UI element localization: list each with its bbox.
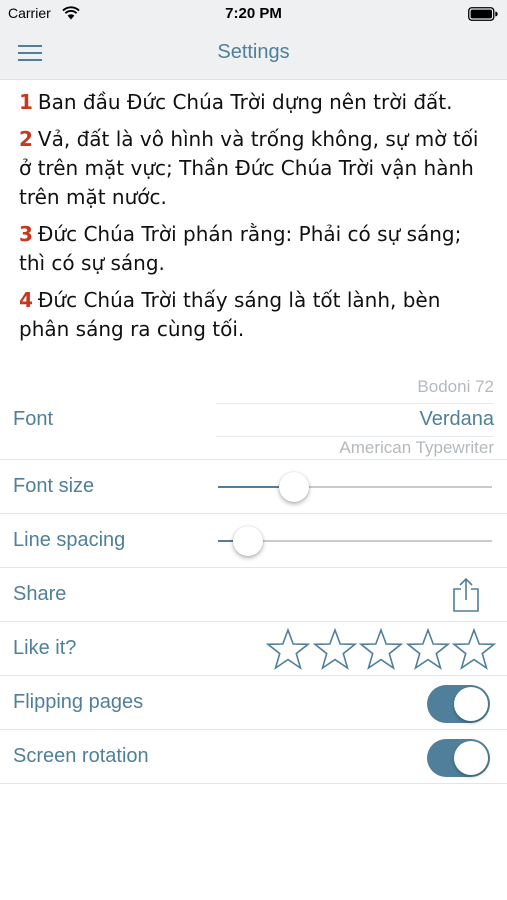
font-size-slider[interactable] bbox=[218, 472, 492, 502]
settings-list: Font Bodoni 72 Verdana American Typewrit… bbox=[0, 377, 507, 784]
like-label: Like it? bbox=[13, 637, 77, 659]
star-icon[interactable] bbox=[405, 628, 450, 672]
screen-rotation-label: Screen rotation bbox=[13, 745, 149, 767]
verse: 3 Đức Chúa Trời phán rằng: Phải có sự sán… bbox=[19, 220, 489, 278]
share-icon[interactable] bbox=[450, 576, 482, 614]
verse-text: Ban đầu Đức Chúa Trời dựng nên trời đất. bbox=[37, 90, 453, 114]
verse: 2 Vả, đất là vô hình và trống không, sự m… bbox=[19, 125, 489, 212]
verse-number: 2 bbox=[19, 127, 33, 151]
font-size-label: Font size bbox=[13, 475, 95, 497]
status-time: 7:20 PM bbox=[225, 5, 282, 22]
flipping-pages-row: Flipping pages bbox=[0, 676, 507, 730]
share-label: Share bbox=[13, 583, 67, 605]
flipping-pages-label: Flipping pages bbox=[13, 691, 144, 713]
font-option[interactable]: American Typewriter bbox=[339, 438, 494, 458]
flipping-pages-toggle[interactable] bbox=[427, 685, 490, 723]
star-icon[interactable] bbox=[266, 628, 310, 672]
page-title: Settings bbox=[217, 41, 290, 63]
text-preview: 1 Ban đầu Đức Chúa Trời dựng nên trời đất… bbox=[0, 80, 507, 380]
verse: 4 Đức Chúa Trời thấy sáng là tốt lành, bè… bbox=[19, 286, 489, 344]
line-spacing-slider[interactable] bbox=[218, 526, 492, 556]
verse: 1 Ban đầu Đức Chúa Trời dựng nên trời đất… bbox=[19, 88, 489, 117]
verse-number: 4 bbox=[19, 288, 33, 312]
verse-number: 1 bbox=[19, 90, 33, 114]
screen-rotation-toggle[interactable] bbox=[427, 739, 490, 777]
picker-divider bbox=[216, 436, 494, 437]
picker-divider bbox=[216, 403, 494, 404]
star-icon[interactable] bbox=[452, 628, 496, 672]
font-option-selected[interactable]: Verdana bbox=[419, 408, 494, 431]
star-icon[interactable] bbox=[312, 628, 357, 672]
screen-rotation-row: Screen rotation bbox=[0, 730, 507, 784]
status-bar: Carrier 7:20 PM bbox=[0, 0, 507, 28]
line-spacing-label: Line spacing bbox=[13, 529, 126, 551]
like-row: Like it? bbox=[0, 622, 507, 676]
toggle-knob bbox=[454, 741, 488, 775]
slider-thumb[interactable] bbox=[232, 526, 263, 556]
font-option[interactable]: Bodoni 72 bbox=[417, 377, 494, 397]
verse-text: Đức Chúa Trời phán rằng: Phải có sự sáng… bbox=[19, 222, 462, 275]
star-rating[interactable] bbox=[266, 628, 496, 672]
font-row: Font Bodoni 72 Verdana American Typewrit… bbox=[0, 377, 507, 460]
verse-text: Vả, đất là vô hình và trống không, sự mờ… bbox=[19, 127, 479, 209]
share-row: Share bbox=[0, 568, 507, 622]
verse-text: Đức Chúa Trời thấy sáng là tốt lành, bèn… bbox=[19, 288, 441, 341]
font-size-row: Font size bbox=[0, 460, 507, 514]
star-icon[interactable] bbox=[359, 628, 403, 672]
battery-icon bbox=[468, 7, 498, 21]
verse-number: 3 bbox=[19, 222, 33, 246]
font-picker[interactable]: Bodoni 72 Verdana American Typewriter bbox=[216, 377, 494, 460]
slider-thumb[interactable] bbox=[279, 472, 309, 502]
line-spacing-row: Line spacing bbox=[0, 514, 507, 568]
navigation-bar: Settings bbox=[0, 28, 507, 80]
toggle-knob bbox=[454, 687, 488, 721]
font-label: Font bbox=[13, 408, 54, 430]
